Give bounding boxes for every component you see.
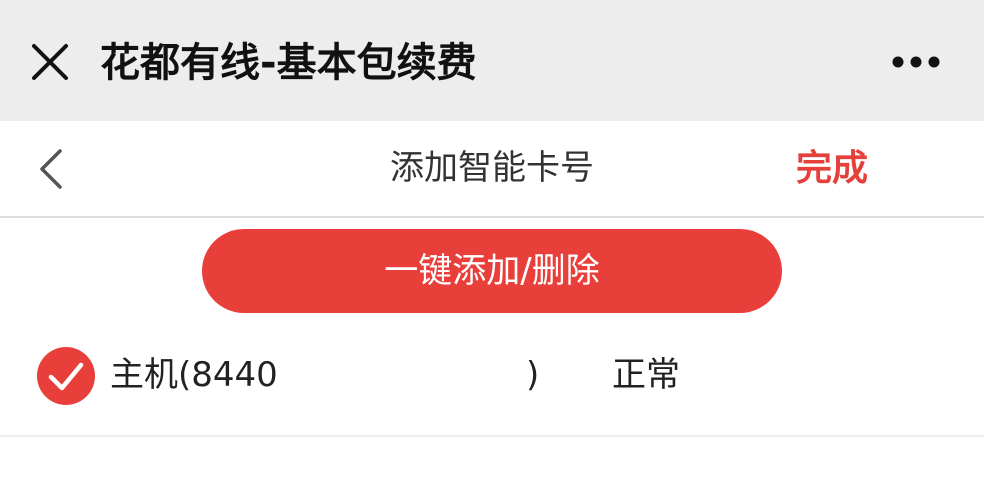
add-remove-all-button[interactable]: 一键添加/删除: [202, 229, 782, 313]
done-button[interactable]: 完成: [782, 121, 882, 216]
more-icon[interactable]: [890, 54, 942, 70]
card-number-close-paren: ): [526, 355, 540, 395]
list-item[interactable]: 主机(8440 ) 正常: [0, 325, 984, 437]
window-titlebar: 花都有线-基本包续费: [0, 0, 984, 121]
card-status: 正常: [612, 355, 680, 395]
chevron-left-icon[interactable]: [34, 145, 68, 193]
close-icon[interactable]: [28, 40, 72, 84]
window-title: 花都有线-基本包续费: [100, 40, 477, 86]
card-number-label: 主机(8440: [110, 355, 278, 395]
checkbox-checked-icon[interactable]: [36, 346, 96, 406]
page-header: 添加智能卡号 完成: [0, 121, 984, 218]
